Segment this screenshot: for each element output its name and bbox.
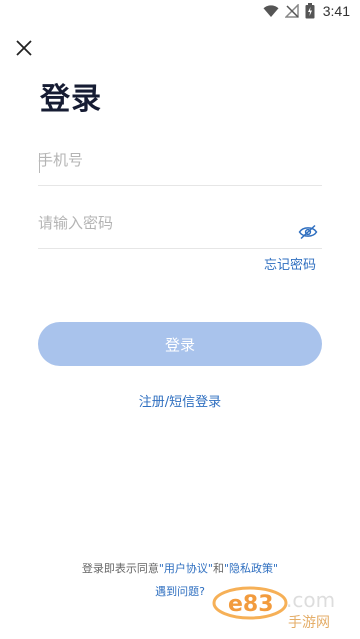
text-cursor <box>39 153 40 173</box>
user-agreement-link[interactable]: "用户协议" <box>159 562 213 575</box>
battery-icon <box>305 3 315 19</box>
register-sms-login-link[interactable]: 注册/短信登录 <box>0 391 360 410</box>
privacy-policy-link[interactable]: "隐私政策" <box>224 562 278 575</box>
password-field <box>38 208 322 249</box>
close-button[interactable] <box>12 36 36 60</box>
status-time: 3:41 <box>322 3 350 19</box>
page-title: 登录 <box>40 82 102 117</box>
status-icons: 3:41 <box>263 3 350 19</box>
watermark-domain: .com <box>286 588 335 612</box>
status-bar: 3:41 <box>0 0 360 24</box>
close-icon <box>16 40 32 56</box>
eye-hidden-icon[interactable] <box>298 224 318 240</box>
watermark-text: 手游网 <box>288 615 330 631</box>
watermark-logo: e83 .com 手游网 <box>212 586 335 631</box>
phone-input[interactable] <box>38 145 288 175</box>
agreement-and: 和 <box>213 562 224 575</box>
login-button[interactable]: 登录 <box>38 322 322 366</box>
phone-field <box>38 145 322 186</box>
agreement-text: 登录即表示同意"用户协议"和"隐私政策" <box>0 560 360 576</box>
forgot-password-link[interactable]: 忘记密码 <box>264 254 316 273</box>
no-signal-icon <box>284 4 299 18</box>
agreement-prefix: 登录即表示同意 <box>81 562 159 575</box>
wifi-icon <box>263 5 279 17</box>
password-input[interactable] <box>38 208 288 238</box>
watermark-brand: e83 <box>228 592 274 617</box>
